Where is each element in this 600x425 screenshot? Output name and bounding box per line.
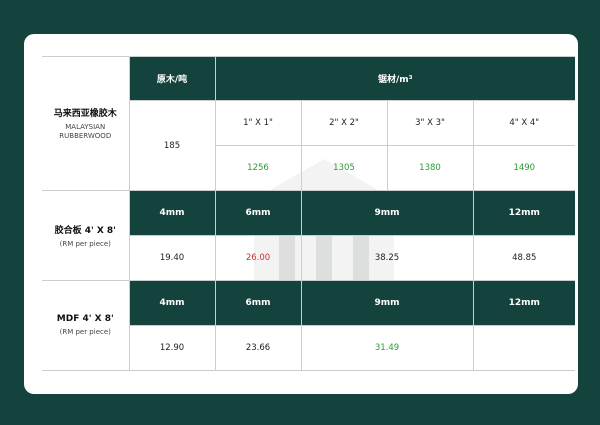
price-3x3: 1380	[386, 145, 474, 191]
log-header: 原木/吨	[128, 56, 216, 101]
plywood-9mm-header: 9mm	[300, 190, 474, 236]
plywood-9mm-price: 38.25	[300, 235, 474, 281]
mdf-4mm-price: 12.90	[128, 325, 216, 371]
plywood-header-row: 胶合板 4' X 8' (RM per piece) 4mm 6mm 9mm 1…	[42, 190, 576, 281]
mdf-label-cell: MDF 4' X 8' (RM per piece)	[42, 280, 130, 371]
rubberwood-header-row: 马来西亚橡胶木 MALAYSIAN RUBBERWOOD 原木/吨 锯材/m³	[42, 56, 576, 191]
plywood-name: 胶合板 4' X 8'	[54, 225, 116, 236]
mdf-12mm-header: 12mm	[472, 280, 576, 326]
mdf-name: MDF 4' X 8'	[56, 314, 114, 325]
plywood-12mm-price: 48.85	[472, 235, 576, 281]
plywood-4mm-price: 19.40	[128, 235, 216, 281]
mdf-9mm-price: 31.49	[300, 325, 474, 371]
price-table: 马来西亚橡胶木 MALAYSIAN RUBBERWOOD 原木/吨 锯材/m³ …	[42, 56, 576, 371]
size-4x4: 4" X 4"	[472, 100, 576, 146]
rubberwood-label-cell: 马来西亚橡胶木 MALAYSIAN RUBBERWOOD	[42, 56, 130, 191]
plywood-label-cell: 胶合板 4' X 8' (RM per piece)	[42, 190, 130, 281]
mdf-4mm-header: 4mm	[128, 280, 216, 326]
mdf-6mm-header: 6mm	[214, 280, 302, 326]
price-card: 马来西亚橡胶木 MALAYSIAN RUBBERWOOD 原木/吨 锯材/m³ …	[24, 34, 578, 394]
plywood-unit: (RM per piece)	[59, 239, 111, 248]
rubberwood-name-cn: 马来西亚橡胶木	[53, 109, 117, 120]
size-1x1: 1" X 1"	[214, 100, 302, 146]
price-4x4: 1490	[472, 145, 576, 191]
rubberwood-name-en: MALAYSIAN RUBBERWOOD	[59, 123, 112, 140]
mdf-unit: (RM per piece)	[59, 328, 111, 337]
price-1x1: 1256	[214, 145, 302, 191]
price-2x2: 1305	[300, 145, 388, 191]
plywood-6mm-price: 26.00	[214, 235, 302, 281]
mdf-9mm-header: 9mm	[300, 280, 474, 326]
mdf-header-row: MDF 4' X 8' (RM per piece) 4mm 6mm 9mm 1…	[42, 280, 576, 371]
size-2x2: 2" X 2"	[300, 100, 388, 146]
mdf-6mm-price: 23.66	[214, 325, 302, 371]
size-3x3: 3" X 3"	[386, 100, 474, 146]
log-value: 185	[128, 100, 216, 191]
sawn-header: 锯材/m³	[214, 56, 576, 101]
plywood-4mm-header: 4mm	[128, 190, 216, 236]
plywood-12mm-header: 12mm	[472, 190, 576, 236]
mdf-12mm-price	[472, 325, 576, 371]
plywood-6mm-header: 6mm	[214, 190, 302, 236]
